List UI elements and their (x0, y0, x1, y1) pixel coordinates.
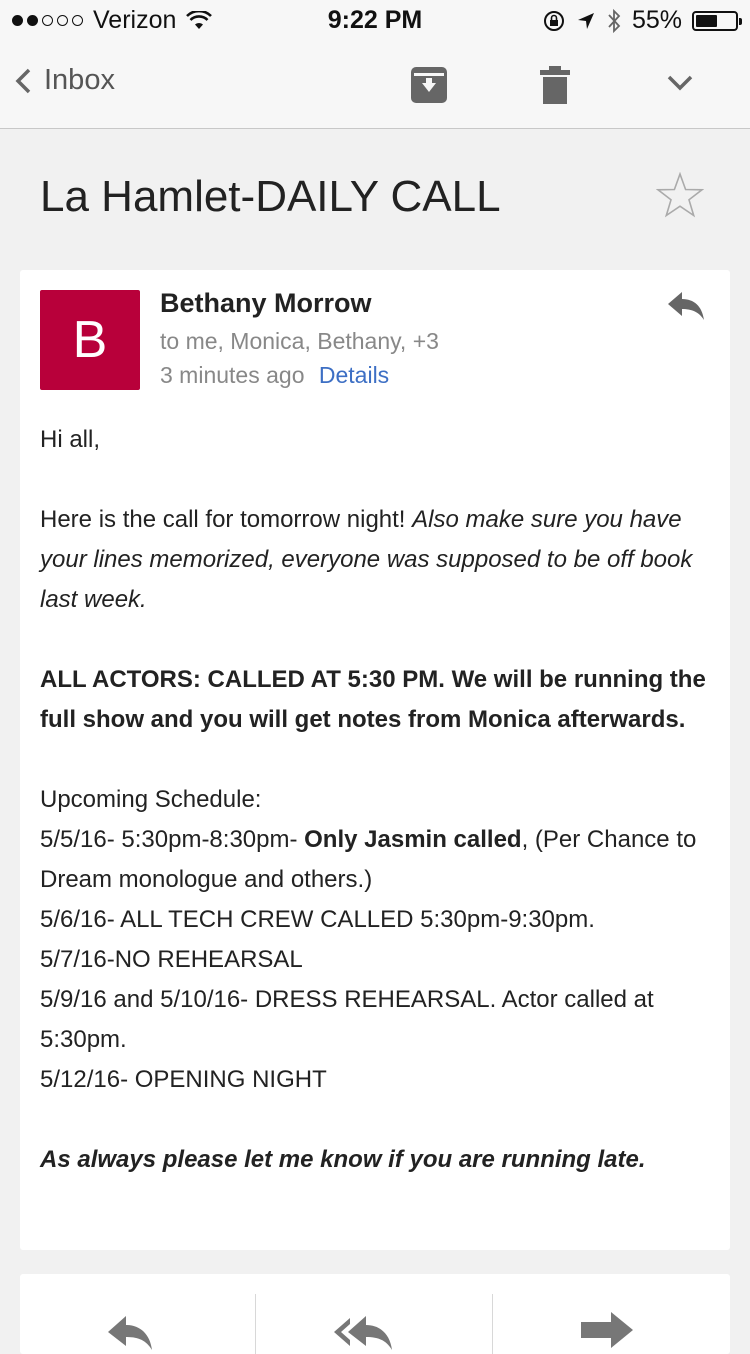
archive-button[interactable] (410, 66, 448, 109)
star-button[interactable] (656, 172, 704, 223)
message-meta: 3 minutes ago Details (160, 362, 389, 389)
rotation-lock-icon (542, 9, 566, 33)
schedule-item-1-bold: Only Jasmin called (304, 826, 522, 853)
chevron-down-icon (666, 74, 694, 92)
more-options-button[interactable] (666, 74, 694, 97)
body-paragraph-1: Here is the call for tomorrow night! Als… (40, 500, 716, 620)
trash-icon (540, 66, 570, 104)
reply-icon (666, 290, 706, 324)
star-outline-icon (656, 172, 704, 218)
sender-avatar[interactable]: B (40, 290, 140, 390)
message-time: 3 minutes ago (160, 362, 305, 388)
battery-percent: 55% (631, 6, 682, 34)
back-label: Inbox (44, 64, 115, 96)
schedule-heading: Upcoming Schedule: (40, 786, 262, 813)
schedule-item: 5/5/16- 5:30pm-8:30pm- Only Jasmin calle… (40, 820, 716, 900)
reply-button[interactable] (666, 290, 706, 329)
message-toolbar: Inbox (0, 40, 750, 129)
email-subject: La Hamlet-DAILY CALL (40, 172, 501, 221)
status-right: 55% (542, 6, 742, 35)
body-greeting: Hi all, (40, 426, 101, 453)
reply-all-icon (332, 1314, 396, 1354)
forward-icon (579, 1310, 635, 1350)
reply-action-bar (20, 1274, 730, 1354)
schedule-item: 5/9/16 and 5/10/16- DRESS REHEARSAL. Act… (40, 986, 654, 1053)
sender-name[interactable]: Bethany Morrow (160, 288, 372, 319)
reply-action-button[interactable] (20, 1274, 256, 1354)
bluetooth-icon (606, 8, 622, 34)
reply-icon (106, 1314, 154, 1354)
forward-action-button[interactable] (493, 1274, 729, 1354)
back-to-inbox-button[interactable]: Inbox (14, 64, 115, 97)
location-arrow-icon (576, 11, 596, 31)
message-card: B Bethany Morrow to me, Monica, Bethany,… (20, 270, 730, 1250)
schedule-item-1-date: 5/5/16- 5:30pm-8:30pm- (40, 826, 305, 853)
avatar-letter: B (72, 311, 108, 369)
body-actors-call: ALL ACTORS: CALLED AT 5:30 PM. We will b… (40, 666, 706, 733)
status-bar: Verizon 9:22 PM 55% (0, 0, 750, 40)
recipients-line[interactable]: to me, Monica, Bethany, +3 (160, 328, 439, 355)
schedule-item: 5/12/16- OPENING NIGHT (40, 1066, 327, 1093)
delete-button[interactable] (540, 66, 570, 109)
battery-icon (692, 10, 742, 31)
details-link[interactable]: Details (319, 362, 389, 388)
body-p1-text: Here is the call for tomorrow night! (40, 506, 413, 533)
archive-icon (410, 66, 448, 104)
body-closing: As always please let me know if you are … (40, 1146, 646, 1173)
chevron-left-icon (14, 67, 32, 95)
reply-all-action-button[interactable] (256, 1274, 492, 1354)
schedule-item: 5/7/16-NO REHEARSAL (40, 946, 303, 973)
schedule-item: 5/6/16- ALL TECH CREW CALLED 5:30pm-9:30… (40, 906, 595, 933)
message-body: Hi all, Here is the call for tomorrow ni… (40, 420, 716, 1180)
